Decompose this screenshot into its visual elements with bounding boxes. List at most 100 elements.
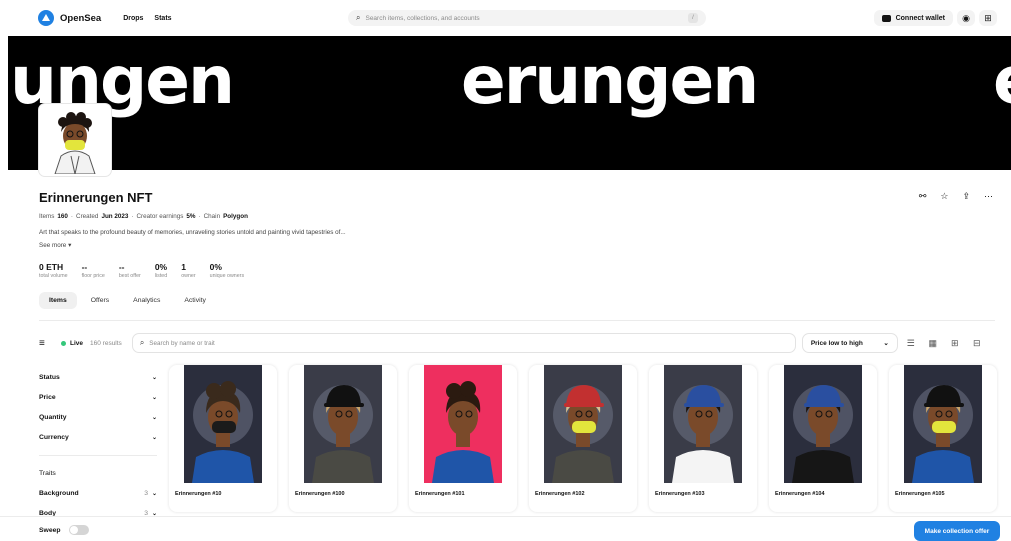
sort-select[interactable]: Price low to high ⌄ — [801, 333, 898, 353]
grid-view-icon[interactable]: ⊞ — [946, 334, 964, 352]
chevron-down-icon: ⌄ — [151, 490, 157, 497]
filter-sidebar: Status ⌄ Price ⌄ Quantity ⌄ Currency ⌄ T… — [39, 367, 157, 523]
live-dot-icon — [61, 340, 66, 346]
tab-offers[interactable]: Offers — [81, 292, 119, 309]
sweep-toggle[interactable] — [68, 525, 89, 535]
collection-stats: 0 ETH total volume -- floor price -- bes… — [39, 262, 244, 279]
item-image[interactable] — [889, 365, 997, 483]
stat-owner: 1 owner — [181, 262, 195, 279]
grid-small-view-icon[interactable]: ▦ — [924, 334, 942, 352]
cart-button[interactable]: ⊞ — [979, 10, 997, 26]
connect-wallet-label: Connect wallet — [895, 14, 945, 22]
chevron-down-icon: ⌄ — [883, 340, 889, 347]
chevron-down-icon: ▾ — [68, 242, 72, 249]
item-card[interactable]: Erinnerungen #104 — [769, 365, 877, 512]
trait-search[interactable]: ⌕ Search by name or trait — [131, 333, 796, 353]
stat-label: listed — [154, 273, 168, 279]
stat-floor-price: -- floor price — [82, 262, 105, 279]
link-icon[interactable]: ⚯ — [919, 191, 927, 202]
item-card[interactable]: Erinnerungen #10 — [169, 365, 277, 512]
grid-large-view-icon[interactable]: ⊟ — [968, 334, 986, 352]
opensea-logo-icon — [38, 10, 54, 26]
item-card[interactable]: Erinnerungen #105 — [889, 365, 997, 512]
nft-art — [544, 365, 622, 483]
nav-link-stats[interactable]: Stats — [154, 15, 171, 22]
tabs-divider — [39, 320, 995, 321]
traits-heading: Traits — [39, 469, 56, 477]
account-button[interactable]: ◉ — [957, 10, 975, 26]
item-card[interactable]: Erinnerungen #102 — [529, 365, 637, 512]
filter-status[interactable]: Status ⌄ — [39, 367, 157, 387]
filter-price[interactable]: Price ⌄ — [39, 387, 157, 407]
opensea-logo[interactable]: OpenSea — [38, 10, 101, 26]
item-card[interactable]: Erinnerungen #103 — [649, 365, 757, 512]
tab-items[interactable]: Items — [39, 292, 77, 309]
stat-best-offer: -- best offer — [119, 262, 141, 279]
trait-search-input[interactable]: Search by name or trait — [149, 340, 214, 347]
connect-wallet-button[interactable]: Connect wallet — [873, 10, 953, 26]
filter-quantity[interactable]: Quantity ⌄ — [39, 407, 157, 427]
chevron-down-icon: ⌄ — [151, 394, 157, 401]
stat-label: best offer — [118, 273, 141, 279]
filter-bar: ≡ Live 160 results ⌕ Search by name or t… — [39, 333, 1001, 353]
meta-created-value: Jun 2023 — [101, 213, 129, 220]
search-shortcut-key: / — [688, 13, 698, 23]
meta-chain-value: Polygon — [223, 213, 248, 220]
stat-unique-owners: 0% unique owners — [210, 262, 244, 279]
collection-actions: ⚯ ☆ ⇪ ⋯ — [919, 191, 993, 202]
collection-meta: Items 160 · Created Jun 2023 · Creator e… — [39, 213, 248, 220]
item-name: Erinnerungen #100 — [295, 491, 345, 497]
meta-separator: · — [70, 213, 74, 220]
item-name: Erinnerungen #104 — [775, 491, 825, 497]
nav-link-drops[interactable]: Drops — [123, 15, 143, 22]
item-grid: Erinnerungen #10 Erinnerungen #100 Erinner… — [169, 365, 1001, 512]
item-image[interactable] — [409, 365, 517, 483]
item-card[interactable]: Erinnerungen #100 — [289, 365, 397, 512]
chevron-down-icon: ⌄ — [151, 434, 157, 441]
trait-count: 3 — [144, 489, 148, 497]
item-image[interactable] — [529, 365, 637, 483]
bottom-bar: Sweep Make collection offer — [0, 516, 1011, 541]
meta-created-label: Created — [76, 213, 99, 220]
more-icon[interactable]: ⋯ — [984, 191, 993, 202]
item-card[interactable]: Erinnerungen #101 — [409, 365, 517, 512]
item-name: Erinnerungen #102 — [535, 491, 585, 497]
filter-label: Quantity — [39, 413, 67, 421]
nft-art — [184, 365, 262, 483]
search-icon: ⌕ — [356, 13, 361, 22]
stat-value: -- — [81, 262, 88, 272]
nft-art — [664, 365, 742, 483]
item-name: Erinnerungen #103 — [655, 491, 705, 497]
tab-analytics[interactable]: Analytics — [123, 292, 170, 309]
nft-art — [784, 365, 862, 483]
item-image[interactable] — [289, 365, 397, 483]
nft-art — [904, 365, 982, 483]
item-image[interactable] — [649, 365, 757, 483]
item-image[interactable] — [769, 365, 877, 483]
item-name: Erinnerungen #10 — [175, 491, 222, 497]
search-input[interactable]: Search items, collections, and accounts — [365, 15, 688, 22]
sidebar-divider — [39, 455, 157, 456]
item-image[interactable] — [169, 365, 277, 483]
filter-currency[interactable]: Currency ⌄ — [39, 427, 157, 447]
item-name: Erinnerungen #105 — [895, 491, 945, 497]
sweep-label: Sweep — [39, 526, 61, 534]
see-more-label: See more — [39, 242, 67, 249]
nft-art — [304, 365, 382, 483]
trait-background[interactable]: Background 3 ⌄ — [39, 483, 157, 503]
see-more-link[interactable]: See more ▾ — [39, 242, 71, 249]
stat-label: total volume — [39, 273, 68, 279]
filter-label: Currency — [39, 433, 69, 441]
filter-label: Price — [39, 393, 56, 401]
stat-value: 0 ETH — [39, 262, 64, 272]
meta-items-label: Items — [39, 213, 55, 220]
star-icon[interactable]: ☆ — [940, 191, 948, 202]
wallet-icon — [881, 14, 891, 22]
make-collection-offer-button[interactable]: Make collection offer — [914, 521, 1000, 541]
share-icon[interactable]: ⇪ — [962, 191, 970, 202]
global-search[interactable]: ⌕ Search items, collections, and account… — [348, 10, 706, 26]
filter-icon[interactable]: ≡ — [39, 338, 55, 349]
tab-activity[interactable]: Activity — [174, 292, 216, 309]
list-view-icon[interactable]: ☰ — [902, 334, 920, 352]
banner-text: e — [993, 42, 1011, 119]
